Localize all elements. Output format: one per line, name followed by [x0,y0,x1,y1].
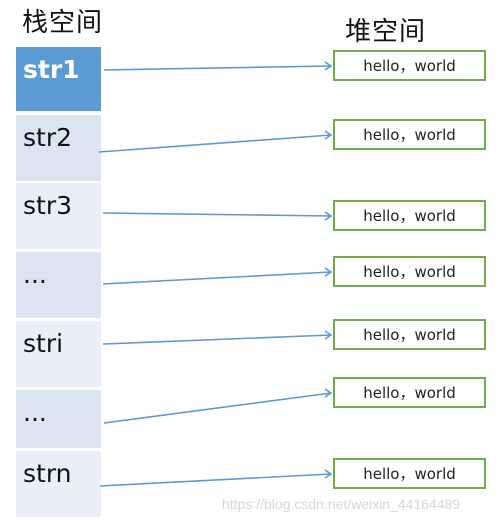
reference-arrow [102,271,332,285]
reference-arrow [103,392,332,424]
watermark-url: https://blog.csdn.net/weixin_44164489 [222,496,461,512]
reference-arrow [98,134,332,153]
reference-arrows [98,61,333,487]
reference-arrow [103,65,332,71]
reference-arrow [102,212,332,217]
reference-arrow [99,473,332,487]
reference-arrow [102,334,332,345]
